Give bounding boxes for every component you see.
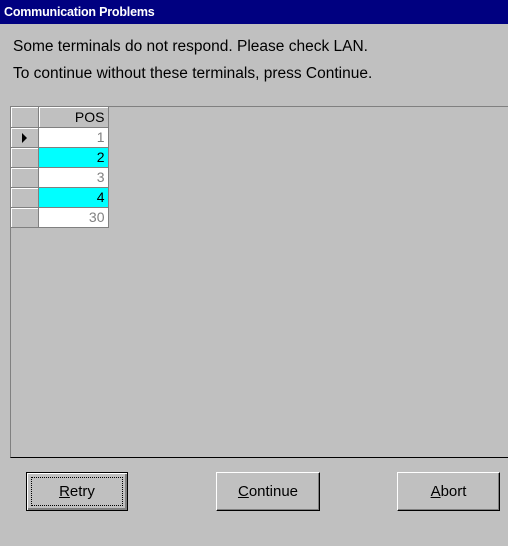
abort-label: bort: [440, 483, 467, 500]
retry-button[interactable]: Retry: [26, 472, 128, 511]
pos-cell[interactable]: 3: [38, 167, 109, 188]
dialog-title: Communication Problems: [0, 0, 508, 24]
table-row[interactable]: 30: [11, 207, 109, 228]
row-selector[interactable]: [11, 207, 39, 228]
button-bar: Retry Continue Abort: [10, 460, 508, 518]
table-row[interactable]: 1: [11, 127, 109, 148]
grid-corner-cell[interactable]: [11, 107, 39, 128]
message-line-2: To continue without these terminals, pre…: [13, 65, 373, 82]
communication-problems-dialog: Communication Problems Some terminals do…: [0, 0, 508, 546]
pos-cell[interactable]: 4: [38, 187, 109, 208]
retry-mnemonic: R: [59, 483, 70, 500]
abort-mnemonic: A: [430, 483, 441, 500]
row-selector[interactable]: [11, 187, 39, 208]
row-selector[interactable]: [11, 147, 39, 168]
terminals-table: POS 1 2 3 4 30: [11, 107, 109, 228]
abort-button[interactable]: Abort: [397, 472, 500, 511]
message-line-1: Some terminals do not respond. Please ch…: [13, 38, 368, 55]
column-header-pos[interactable]: POS: [38, 107, 109, 128]
terminals-grid: POS 1 2 3 4 30: [10, 106, 508, 458]
arrow-right-icon: [22, 132, 27, 143]
table-row[interactable]: 2: [11, 147, 109, 168]
pos-cell[interactable]: 30: [38, 207, 109, 228]
table-row[interactable]: 3: [11, 167, 109, 188]
row-selector[interactable]: [11, 167, 39, 188]
continue-button[interactable]: Continue: [216, 472, 320, 511]
row-selector[interactable]: [11, 127, 39, 148]
continue-mnemonic: C: [237, 483, 249, 500]
table-row[interactable]: 4: [11, 187, 109, 208]
grid-header-row: POS: [11, 107, 109, 128]
pos-cell[interactable]: 1: [38, 127, 109, 148]
pos-cell[interactable]: 2: [38, 147, 109, 168]
continue-label: ontinue: [248, 483, 299, 500]
retry-label: etry: [69, 483, 95, 500]
